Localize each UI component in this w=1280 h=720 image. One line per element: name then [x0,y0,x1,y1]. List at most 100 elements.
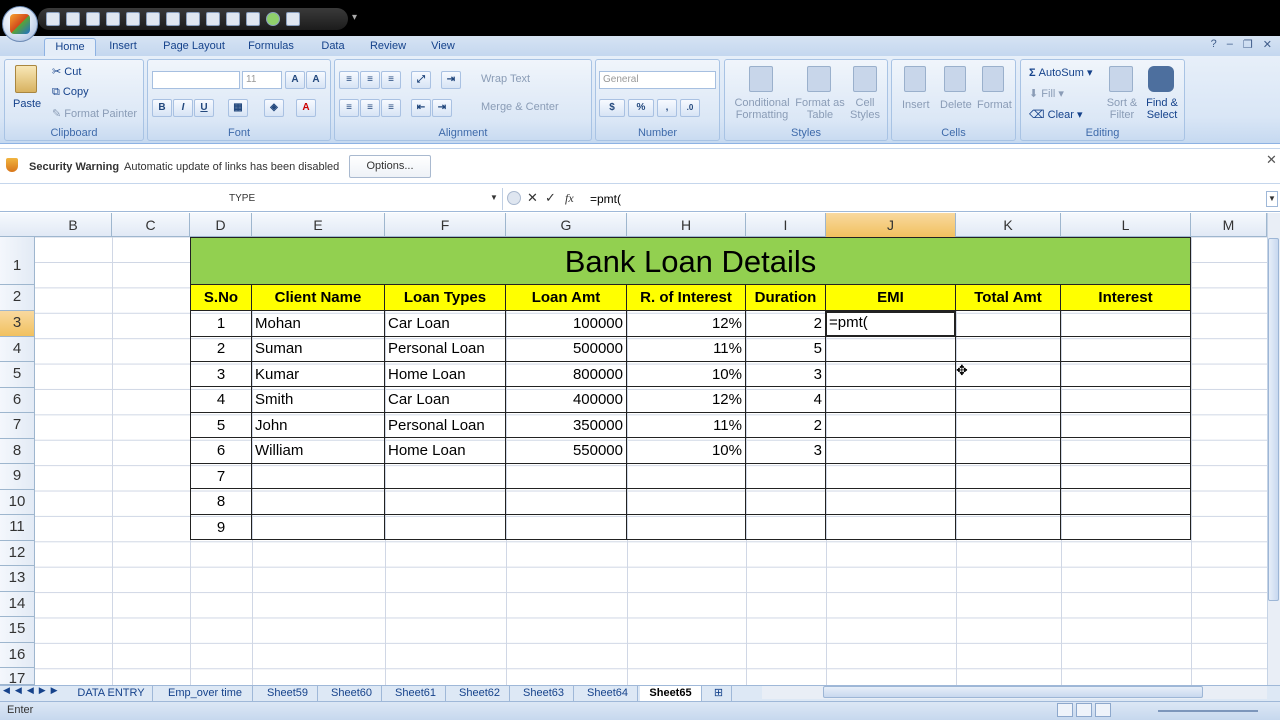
customize-qat-icon[interactable]: ▾ [352,12,357,23]
row-header[interactable]: 13 [0,566,35,592]
header-cell[interactable]: EMI [825,285,956,311]
row-header[interactable]: 3 [0,311,35,337]
fill-color-icon[interactable]: ◈ [264,99,284,117]
close-icon[interactable]: ✕ [1266,152,1277,168]
column-header-m[interactable]: M [1191,213,1267,237]
row-header[interactable]: 1 [0,237,35,285]
options-button[interactable]: Options... [349,155,431,178]
loan-type-cell[interactable]: Personal Loan [384,412,506,439]
sort-filter-button[interactable]: Sort & Filter [1105,97,1139,121]
loan-amt-cell[interactable]: 350000 [505,412,627,439]
font-color-icon[interactable]: A [296,99,316,117]
emi-cell[interactable] [825,361,956,388]
loan-amt-cell[interactable]: 400000 [505,387,627,413]
client-name-cell[interactable]: William [251,438,385,464]
column-header-j[interactable]: J [826,213,956,237]
row-header[interactable]: 8 [0,438,35,464]
merge-center-button[interactable]: Merge & Center [481,101,559,113]
total-amt-cell[interactable] [955,463,1061,490]
client-name-cell[interactable]: Mohan [251,311,385,337]
paste-icon[interactable] [15,65,37,93]
client-name-cell[interactable] [251,514,385,541]
emi-cell[interactable] [825,387,956,413]
sheet-title-cell[interactable]: Bank Loan Details [190,237,1191,285]
expand-formula-bar-icon[interactable]: ▼ [1266,191,1278,207]
rate-cell[interactable]: 10% [626,438,746,464]
loan-type-cell[interactable]: Home Loan [384,438,506,464]
increase-decimal-icon[interactable]: .0 [680,99,700,117]
sno-cell[interactable]: 4 [190,387,252,413]
formula-input[interactable]: =pmt( [590,192,621,206]
total-amt-cell[interactable] [955,514,1061,541]
loan-type-cell[interactable] [384,463,506,490]
copy-button[interactable]: ⧉ Copy [52,86,89,99]
duration-cell[interactable] [745,514,826,541]
percent-button[interactable]: % [628,99,654,117]
sheet-nav-icons[interactable]: ◀◀◀▶▶ [3,685,63,696]
duration-cell[interactable]: 2 [745,311,826,337]
emi-cell[interactable] [825,489,956,515]
sheet-tab[interactable]: Sheet64 [578,686,638,701]
row-header[interactable]: 4 [0,336,35,362]
rate-cell[interactable]: 10% [626,361,746,388]
insert-sheet-icon[interactable]: ⊞ [706,686,732,701]
clear-button[interactable]: ⌫ Clear ▾ [1029,108,1083,121]
sheet-tab[interactable]: Sheet61 [386,686,446,701]
fill-button[interactable]: ⬇ Fill ▾ [1029,87,1064,100]
sheet-tab[interactable]: Emp_over time [158,686,253,701]
sheet-tab[interactable]: Sheet63 [514,686,574,701]
duration-cell[interactable]: 2 [745,412,826,439]
loan-type-cell[interactable] [384,489,506,515]
currency-button[interactable]: $ [599,99,625,117]
align-middle-icon[interactable]: ≡ [360,71,380,89]
emi-cell[interactable] [825,463,956,490]
sno-cell[interactable]: 5 [190,412,252,439]
client-name-cell[interactable]: Suman [251,336,385,362]
close-icon[interactable]: ✕ [1263,38,1272,51]
header-cell[interactable]: Total Amt [955,285,1061,311]
rate-cell[interactable] [626,514,746,541]
interest-cell[interactable] [1060,387,1191,413]
cell-styles-button[interactable]: Cell Styles [847,97,883,121]
italic-button[interactable]: I [173,99,193,117]
column-header-c[interactable]: C [112,213,190,237]
interest-cell[interactable] [1060,438,1191,464]
total-amt-cell[interactable] [955,361,1061,388]
sno-cell[interactable]: 1 [190,311,252,337]
header-cell[interactable]: R. of Interest [626,285,746,311]
number-format-combo[interactable]: General [599,71,716,89]
sno-cell[interactable]: 8 [190,489,252,515]
copy-icon[interactable] [126,12,140,26]
rate-cell[interactable]: 11% [626,336,746,362]
format-icon[interactable] [106,12,120,26]
circle-icon[interactable] [266,12,280,26]
interest-cell[interactable] [1060,361,1191,388]
row-header[interactable]: 11 [0,515,35,541]
emi-cell[interactable] [825,412,956,439]
duration-cell[interactable] [745,463,826,490]
image-icon[interactable] [226,12,240,26]
emi-cell[interactable] [825,514,956,541]
find-select-button[interactable]: Find & Select [1142,97,1182,121]
column-header-d[interactable]: D [190,213,252,237]
loan-type-cell[interactable] [384,514,506,541]
row-header[interactable]: 17 [0,668,35,685]
header-cell[interactable]: Client Name [251,285,385,311]
format-as-table-button[interactable]: Format as Table [795,97,845,121]
enter-icon[interactable]: ✓ [545,190,556,206]
rate-cell[interactable] [626,489,746,515]
sno-cell[interactable]: 7 [190,463,252,490]
check-icon[interactable] [206,12,220,26]
column-header-h[interactable]: H [627,213,746,237]
borders-icon[interactable]: ▦ [228,99,248,117]
indent-icon[interactable]: ⇥ [441,71,461,89]
function-dropdown-icon[interactable] [507,191,521,205]
cut-button[interactable]: ✂ Cut [52,65,81,78]
header-cell[interactable]: Interest [1060,285,1191,311]
header-cell[interactable]: Duration [745,285,826,311]
delete-cells-icon[interactable] [944,66,966,92]
zoom-slider[interactable] [1158,710,1258,712]
loan-amt-cell[interactable]: 800000 [505,361,627,388]
interest-cell[interactable] [1060,412,1191,439]
loan-type-cell[interactable]: Car Loan [384,387,506,413]
